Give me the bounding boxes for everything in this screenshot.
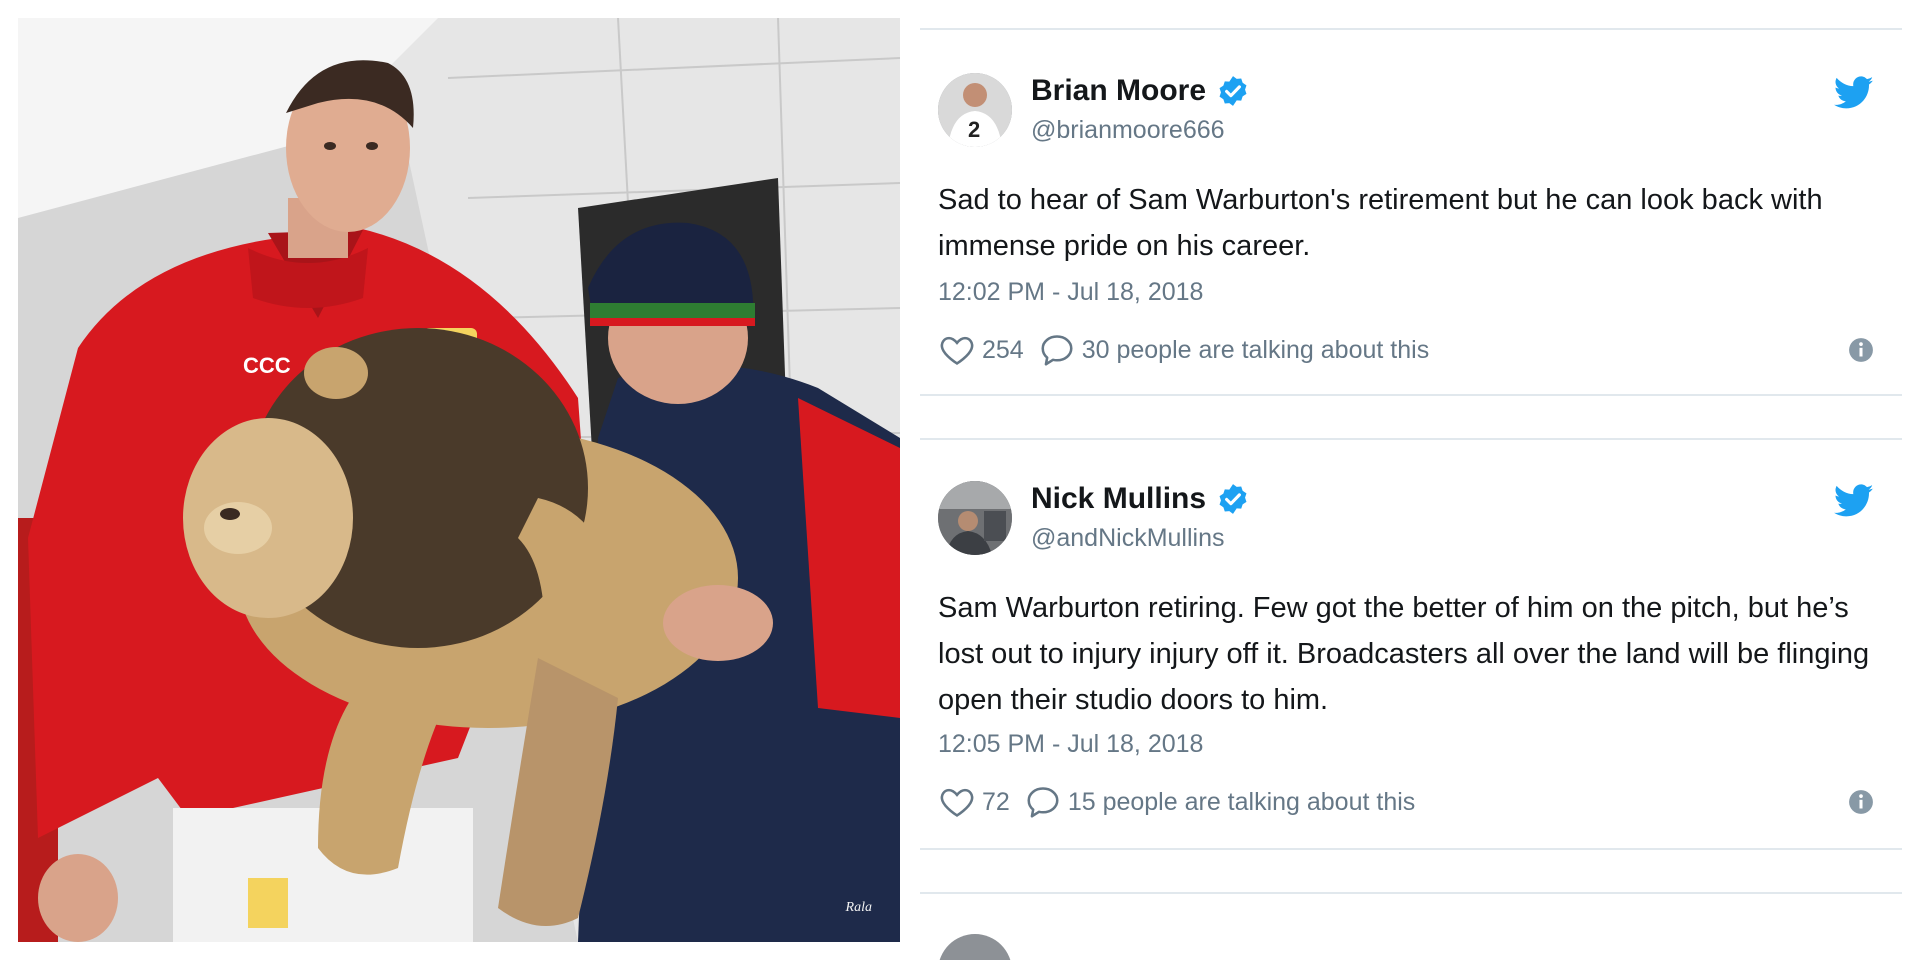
verified-badge-icon [1219,484,1247,514]
speech-bubble-icon[interactable] [1024,783,1062,821]
heart-icon[interactable] [938,331,976,369]
author-name[interactable]: Nick Mullins [1031,482,1250,516]
tweet-card[interactable]: 2 Brian Moore @brianmoore666 Sad to hear… [920,30,1902,392]
author-name-text: Brian Moore [1031,74,1207,107]
tweet-card[interactable]: Nick Mullins @andNickMullins Sam Warburt… [920,438,1902,818]
svg-text:CCC: CCC [243,353,291,378]
talking-about-link[interactable]: 30 people are talking about this [1082,336,1429,365]
avatar[interactable] [938,934,1012,960]
twitter-bird-icon[interactable] [1834,484,1874,518]
avatar[interactable]: 2 [938,73,1012,147]
rugby-player-photo: CCC Rala [18,18,900,942]
avatar-image-icon [938,481,1012,555]
page: CCC Rala 2 Brian Moore @brianmoore666 Sa… [0,0,1920,960]
author-handle[interactable]: @brianmoore666 [1031,116,1225,145]
svg-text:2: 2 [968,117,980,142]
author-name[interactable]: Brian Moore [1031,74,1250,108]
tweet-text: Sam Warburton retiring. Few got the bett… [938,592,1870,716]
divider [920,394,1902,396]
tweet-timestamp[interactable]: 12:05 PM - Jul 18, 2018 [938,730,1203,759]
tweet-actions: 254 30 people are talking about this [938,330,1429,370]
info-icon[interactable] [1848,789,1874,815]
speech-bubble-icon[interactable] [1038,331,1076,369]
avatar[interactable] [938,481,1012,555]
twitter-bird-icon[interactable] [1834,76,1874,110]
talking-about-link[interactable]: 15 people are talking about this [1068,788,1415,817]
verified-badge-icon [1219,76,1247,106]
heart-icon[interactable] [938,783,976,821]
tweet-timestamp[interactable]: 12:02 PM - Jul 18, 2018 [938,278,1203,307]
photo-illustration: CCC [18,18,900,942]
tweet-feed: 2 Brian Moore @brianmoore666 Sad to hear… [920,0,1902,960]
avatar-image-icon: 2 [938,73,1012,147]
divider [920,892,1902,894]
author-handle[interactable]: @andNickMullins [1031,524,1225,553]
author-name-text: Nick Mullins [1031,482,1207,515]
like-count: 72 [982,787,1010,816]
like-count: 254 [982,335,1024,364]
divider [920,848,1902,850]
tweet-text: Sad to hear of Sam Warburton's retiremen… [938,184,1823,262]
photo-watermark: Rala [845,900,872,915]
tweet-actions: 72 15 people are talking about this [938,782,1415,822]
info-icon[interactable] [1848,337,1874,363]
